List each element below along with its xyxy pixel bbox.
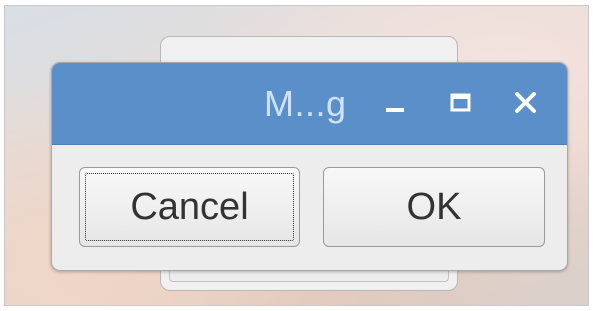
dialog-content: Cancel OK <box>52 145 567 270</box>
message-dialog: M...g Cancel OK <box>51 62 568 271</box>
cancel-button[interactable]: Cancel <box>79 167 300 247</box>
close-button[interactable] <box>508 85 544 121</box>
desktop-background: M...g Cancel OK <box>4 5 589 306</box>
minimize-icon <box>386 108 404 112</box>
ok-button[interactable]: OK <box>323 167 545 247</box>
minimize-button[interactable] <box>378 85 414 121</box>
maximize-icon <box>450 93 471 112</box>
maximize-button[interactable] <box>443 85 479 121</box>
dialog-titlebar[interactable]: M...g <box>52 63 567 145</box>
dialog-title: M...g <box>264 83 347 124</box>
close-icon <box>515 92 536 113</box>
